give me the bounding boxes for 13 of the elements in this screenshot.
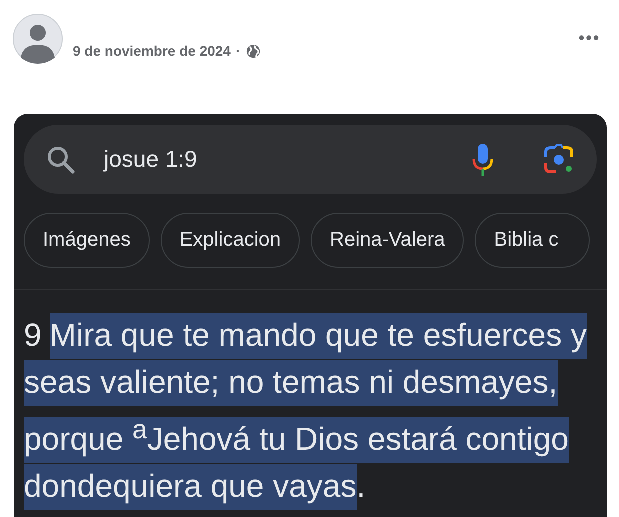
filter-chip[interactable]: Imágenes [24,213,150,268]
microphone-icon[interactable] [471,142,495,176]
avatar-icon[interactable] [13,14,63,64]
globe-icon [246,44,261,58]
filter-chip[interactable]: Biblia c [475,213,590,268]
search-icon [46,144,76,174]
filter-chip[interactable]: Reina-Valera [311,213,464,268]
more-options-icon[interactable] [579,35,599,41]
post-date[interactable]: 9 de noviembre de 2024 [73,43,231,59]
search-field[interactable]: josue 1:9 [24,125,597,194]
filter-chip[interactable]: Explicacion [160,213,300,268]
separator: · [236,43,241,59]
camera-lens-icon[interactable] [543,144,575,176]
